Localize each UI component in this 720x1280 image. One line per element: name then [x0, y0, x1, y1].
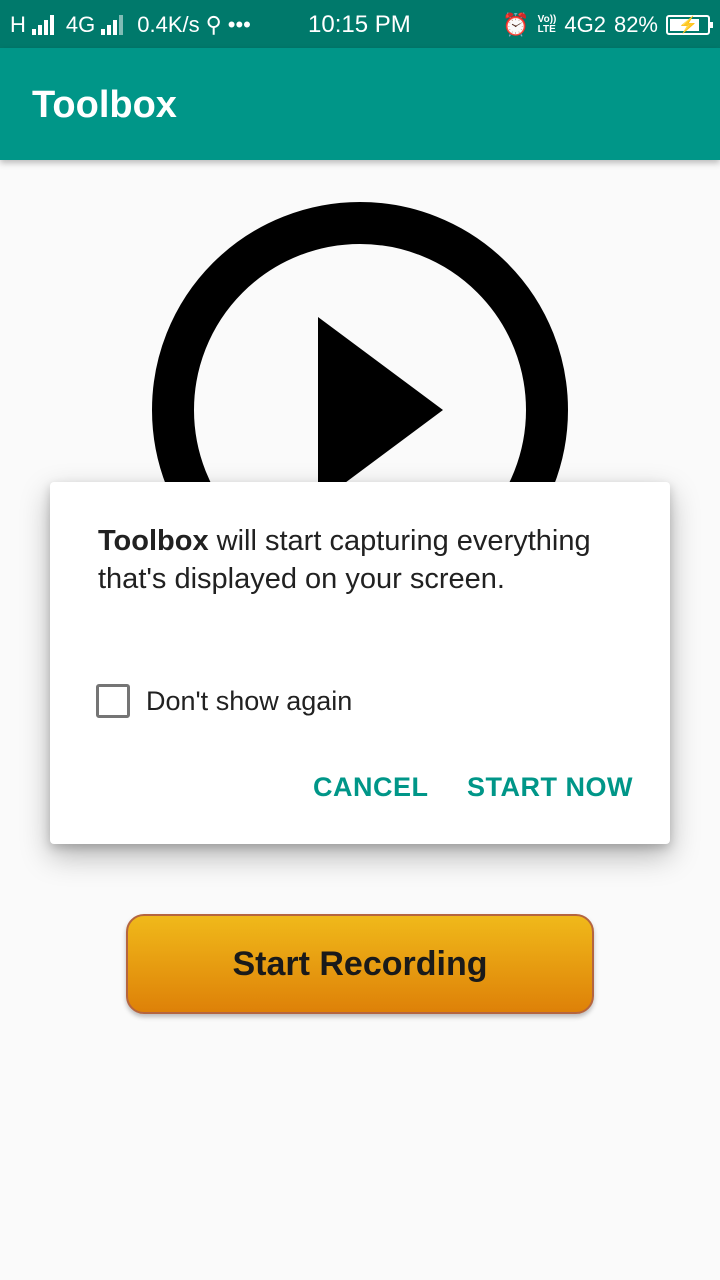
app-bar: Toolbox: [0, 48, 720, 160]
dialog-app-name: Toolbox: [98, 525, 209, 557]
app-title: Toolbox: [32, 84, 177, 126]
dont-show-again-label[interactable]: Don't show again: [146, 686, 352, 717]
battery-icon: ⚡: [666, 15, 713, 35]
clock: 10:15 PM: [308, 11, 411, 38]
data-speed: 0.4K/s: [137, 12, 200, 37]
status-bar: H 4G 0.4K/s ⚲ ••• 10:15 PM ⏰ Vo)) LTE 4G…: [0, 0, 720, 48]
screen-capture-dialog: Toolbox will start capturing everything …: [50, 482, 670, 844]
dont-show-again-checkbox[interactable]: [96, 684, 130, 718]
network-gen: 4G: [65, 12, 96, 37]
start-now-button[interactable]: START NOW: [467, 772, 633, 803]
volte-indicator: Vo)) LTE: [537, 14, 557, 35]
dialog-message: Toolbox will start capturing everything …: [98, 522, 628, 598]
battery-percent: 82%: [613, 12, 658, 37]
usb-icon: ⚲: [205, 12, 222, 37]
more-notifications-icon: •••: [227, 12, 251, 37]
status-right: ⏰ Vo)) LTE 4G2 82% ⚡: [502, 12, 713, 38]
sim2-network: 4G2: [564, 12, 606, 37]
dont-show-again-row[interactable]: Don't show again: [96, 684, 352, 718]
network-type: H: [10, 12, 26, 37]
signal-sim1-icon: [31, 15, 54, 35]
cancel-button[interactable]: CANCEL: [313, 772, 429, 803]
alarm-icon: ⏰: [502, 12, 530, 37]
status-left: H 4G 0.4K/s ⚲ •••: [10, 12, 251, 38]
signal-sim2-icon: [101, 15, 124, 35]
start-recording-button[interactable]: Start Recording: [126, 914, 594, 1014]
